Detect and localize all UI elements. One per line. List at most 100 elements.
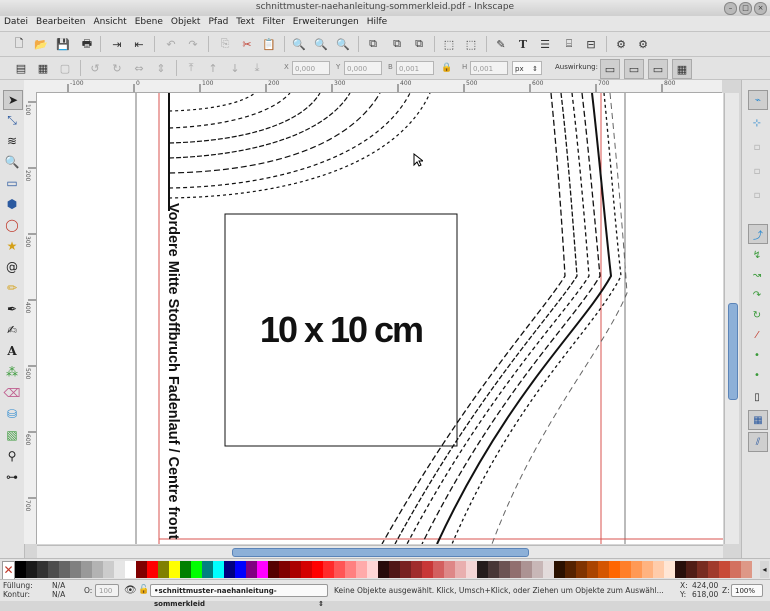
color-swatch[interactable] — [653, 561, 664, 578]
layers-icon[interactable]: ☰ — [536, 35, 554, 53]
layer-visibility-icon[interactable]: 👁 — [124, 585, 137, 596]
snap-intersections-icon[interactable]: ↝ — [748, 266, 766, 284]
snap-guides-icon[interactable]: ⫽ — [748, 432, 768, 452]
unlink-clone-icon[interactable]: ⧉ — [410, 35, 428, 53]
color-swatch[interactable] — [620, 561, 631, 578]
text-font-icon[interactable]: T — [514, 35, 532, 53]
zoom-page-icon[interactable]: 🔍 — [334, 35, 352, 53]
cut-icon[interactable]: ✂ — [238, 35, 256, 53]
document-properties-icon[interactable]: ⚙ — [612, 35, 630, 53]
color-swatch[interactable] — [70, 561, 81, 578]
color-swatch[interactable] — [576, 561, 587, 578]
snap-page-border-icon[interactable]: ▯ — [748, 388, 766, 406]
pencil-tool-icon[interactable]: ✏ — [3, 279, 21, 297]
color-swatch[interactable] — [510, 561, 521, 578]
color-swatch[interactable] — [169, 561, 180, 578]
color-swatch[interactable] — [642, 561, 653, 578]
snap-rotation-center-icon[interactable]: • — [748, 366, 766, 384]
no-paint-icon[interactable]: ✕ — [2, 561, 15, 580]
color-swatch[interactable] — [213, 561, 224, 578]
drawing-canvas[interactable]: 10 x 10 cm Vordere Mitte Stoffbruch Fade… — [37, 93, 723, 544]
color-swatch[interactable] — [609, 561, 620, 578]
select-all-layers-icon[interactable]: ▦ — [34, 59, 52, 77]
zoom-drawing-icon[interactable]: 🔍 — [312, 35, 330, 53]
menu-filter[interactable]: Filter — [259, 16, 289, 28]
ungroup-icon[interactable]: ⬚ — [462, 35, 480, 53]
spiral-tool-icon[interactable]: @ — [3, 258, 21, 276]
open-document-icon[interactable]: 📂 — [32, 35, 50, 53]
scale-stroke-icon[interactable]: ▭ — [600, 59, 620, 79]
dropper-tool-icon[interactable]: ⚲ — [3, 447, 21, 465]
menu-ansicht[interactable]: Ansicht — [89, 16, 130, 28]
color-swatch[interactable] — [59, 561, 70, 578]
color-swatch[interactable] — [697, 561, 708, 578]
vertical-ruler[interactable]: 100 200 300 400 500 600 700 — [24, 92, 37, 544]
snap-nodes-icon[interactable]: ⤴ — [748, 224, 768, 244]
color-swatch[interactable] — [202, 561, 213, 578]
color-swatch[interactable] — [433, 561, 444, 578]
y-field[interactable]: 0,000 — [344, 61, 382, 75]
color-swatch[interactable] — [180, 561, 191, 578]
transform-patterns-icon[interactable]: ▦ — [672, 59, 692, 79]
vertical-scrollbar[interactable] — [724, 93, 739, 544]
scale-corners-icon[interactable]: ▭ — [624, 59, 644, 79]
color-swatch[interactable] — [37, 561, 48, 578]
pen-tool-icon[interactable]: ✒ — [3, 300, 21, 318]
color-swatch[interactable] — [279, 561, 290, 578]
menu-text[interactable]: Text — [232, 16, 258, 28]
rotate-ccw-icon[interactable]: ↺ — [86, 59, 104, 77]
tweak-tool-icon[interactable]: ≋ — [3, 132, 21, 150]
color-swatch[interactable] — [664, 561, 675, 578]
clone-icon[interactable]: ⧉ — [388, 35, 406, 53]
selector-tool-icon[interactable]: ➤ — [3, 90, 23, 110]
horizontal-scroll-thumb[interactable] — [232, 548, 529, 557]
preferences-icon[interactable]: ⚙ — [634, 35, 652, 53]
maximize-button[interactable]: □ — [739, 2, 752, 15]
connector-tool-icon[interactable]: ⊶ — [3, 468, 21, 486]
opacity-field[interactable]: 100 — [95, 584, 119, 597]
zoom-tool-icon[interactable]: 🔍 — [3, 153, 21, 171]
layer-lock-icon[interactable]: 🔓 — [138, 585, 149, 595]
group-icon[interactable]: ⬚ — [440, 35, 458, 53]
snap-centers-icon[interactable]: • — [748, 346, 766, 364]
color-swatch[interactable] — [411, 561, 422, 578]
color-swatch[interactable] — [730, 561, 741, 578]
color-swatch[interactable] — [719, 561, 730, 578]
spray-tool-icon[interactable]: ⁂ — [3, 363, 21, 381]
color-swatch[interactable] — [598, 561, 609, 578]
close-button[interactable]: × — [754, 2, 767, 15]
stroke-value[interactable]: N/A — [52, 590, 65, 599]
color-swatch[interactable] — [136, 561, 147, 578]
snap-bbox-icon[interactable]: ⊹ — [748, 114, 766, 132]
color-swatch[interactable] — [92, 561, 103, 578]
snap-toggle-icon[interactable]: ⌁ — [748, 90, 768, 110]
color-swatch[interactable] — [125, 561, 136, 578]
node-tool-icon[interactable]: ⤡ — [3, 111, 21, 129]
menu-bearbeiten[interactable]: Bearbeiten — [32, 16, 89, 28]
palette-menu-icon[interactable]: ◂ — [760, 561, 769, 578]
paint-bucket-tool-icon[interactable]: ⛁ — [3, 405, 21, 423]
color-swatch[interactable] — [224, 561, 235, 578]
snap-bbox-edge-icon[interactable]: ▫ — [748, 138, 766, 156]
color-swatch[interactable] — [81, 561, 92, 578]
color-swatch[interactable] — [389, 561, 400, 578]
export-icon[interactable]: ⇤ — [130, 35, 148, 53]
color-swatch[interactable] — [499, 561, 510, 578]
lower-to-bottom-icon[interactable]: ⤓ — [248, 59, 266, 77]
vertical-scroll-thumb[interactable] — [728, 303, 738, 400]
color-swatch[interactable] — [15, 561, 26, 578]
zoom-field[interactable]: 100% — [731, 584, 763, 597]
duplicate-icon[interactable]: ⧉ — [364, 35, 382, 53]
color-swatch[interactable] — [466, 561, 477, 578]
x-field[interactable]: 0,000 — [292, 61, 330, 75]
color-swatch[interactable] — [488, 561, 499, 578]
color-swatch[interactable] — [367, 561, 378, 578]
color-swatch[interactable] — [191, 561, 202, 578]
undo-icon[interactable]: ↶ — [162, 35, 180, 53]
zoom-selection-icon[interactable]: 🔍 — [290, 35, 308, 53]
color-swatch[interactable] — [103, 561, 114, 578]
copy-icon[interactable]: ⎘ — [216, 35, 234, 53]
fill-stroke-icon[interactable]: ✎ — [492, 35, 510, 53]
text-tool-icon[interactable]: A — [3, 342, 21, 360]
color-swatch[interactable] — [312, 561, 323, 578]
